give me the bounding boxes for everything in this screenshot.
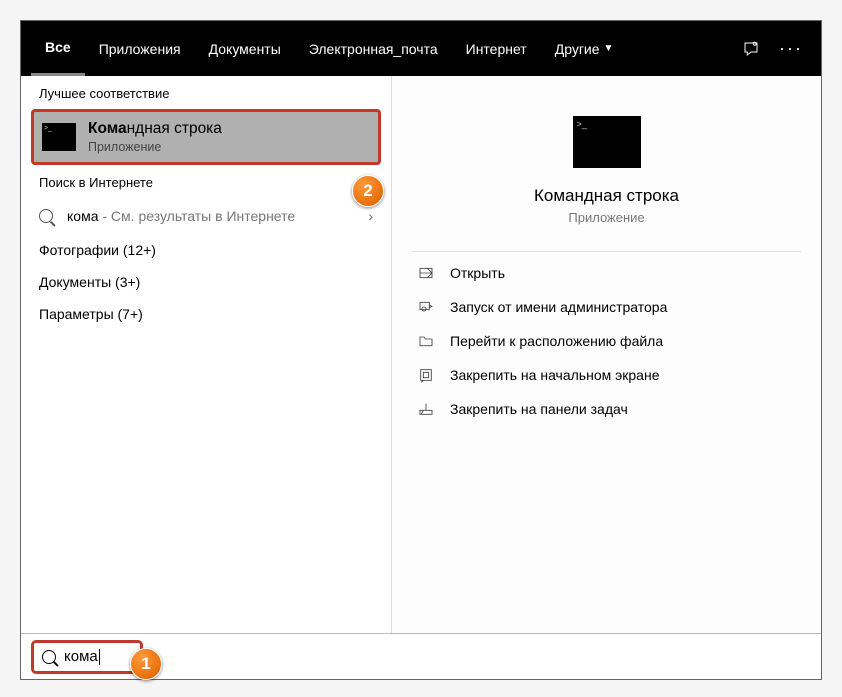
results-pane: Лучшее соответствие Командная строка При… bbox=[21, 76, 391, 633]
best-match-title: Командная строка bbox=[88, 120, 222, 138]
chevron-down-icon: ▼ bbox=[604, 43, 614, 54]
preview-title: Командная строка bbox=[412, 186, 801, 206]
tab-email[interactable]: Электронная_почта bbox=[295, 21, 452, 76]
search-icon bbox=[42, 650, 56, 664]
filter-tabs-bar: Все Приложения Документы Электронная_поч… bbox=[21, 21, 821, 76]
action-open-label: Открыть bbox=[450, 265, 505, 281]
preview-command-prompt-icon bbox=[573, 116, 641, 168]
web-search-text: кома - См. результаты в Интернете bbox=[67, 208, 368, 224]
action-run-admin[interactable]: Запуск от имени администратора bbox=[412, 290, 801, 324]
search-icon bbox=[39, 209, 53, 223]
action-open[interactable]: Открыть bbox=[412, 256, 801, 290]
annotation-callout-1: 1 bbox=[130, 648, 162, 680]
preview-subtitle: Приложение bbox=[412, 210, 801, 225]
pin-taskbar-icon bbox=[418, 401, 434, 417]
shield-icon bbox=[418, 299, 434, 315]
tab-other[interactable]: Другие ▼ bbox=[541, 21, 628, 76]
category-photos[interactable]: Фотографии (12+) bbox=[21, 234, 391, 266]
content-area: Лучшее соответствие Командная строка При… bbox=[21, 76, 821, 633]
action-goto-file[interactable]: Перейти к расположению файла bbox=[412, 324, 801, 358]
ellipsis-icon: ··· bbox=[779, 38, 803, 59]
more-options-button[interactable]: ··· bbox=[771, 21, 811, 76]
folder-icon bbox=[418, 333, 434, 349]
best-match-header: Лучшее соответствие bbox=[21, 76, 391, 109]
preview-pane: Командная строка Приложение Открыть Запу… bbox=[391, 76, 821, 633]
annotation-callout-2: 2 bbox=[352, 175, 384, 207]
tab-documents[interactable]: Документы bbox=[195, 21, 295, 76]
category-parameters[interactable]: Параметры (7+) bbox=[21, 298, 391, 330]
open-icon bbox=[418, 265, 434, 281]
search-input-value: кома bbox=[64, 648, 100, 665]
action-goto-file-label: Перейти к расположению файла bbox=[450, 333, 663, 349]
category-documents[interactable]: Документы (3+) bbox=[21, 266, 391, 298]
best-match-text: Командная строка Приложение bbox=[88, 120, 222, 154]
command-prompt-icon bbox=[42, 123, 76, 151]
tab-all[interactable]: Все bbox=[31, 21, 85, 76]
pin-start-icon bbox=[418, 367, 434, 383]
action-pin-start-label: Закрепить на начальном экране bbox=[450, 367, 660, 383]
tab-internet[interactable]: Интернет bbox=[452, 21, 541, 76]
divider bbox=[412, 251, 801, 252]
action-pin-taskbar[interactable]: Закрепить на панели задач bbox=[412, 392, 801, 426]
tab-apps[interactable]: Приложения bbox=[85, 21, 195, 76]
tab-other-label: Другие bbox=[555, 41, 600, 57]
web-search-result[interactable]: кома - См. результаты в Интернете › bbox=[21, 198, 391, 234]
best-match-subtitle: Приложение bbox=[88, 140, 222, 154]
feedback-icon[interactable] bbox=[731, 21, 771, 76]
best-match-result[interactable]: Командная строка Приложение bbox=[31, 109, 381, 165]
start-search-window: Все Приложения Документы Электронная_поч… bbox=[20, 20, 822, 680]
action-pin-taskbar-label: Закрепить на панели задач bbox=[450, 401, 628, 417]
action-run-admin-label: Запуск от имени администратора bbox=[450, 299, 667, 315]
search-input-box[interactable]: кома bbox=[31, 640, 143, 674]
web-search-header: Поиск в Интернете bbox=[21, 165, 391, 198]
chevron-right-icon: › bbox=[368, 208, 373, 224]
action-pin-start[interactable]: Закрепить на начальном экране bbox=[412, 358, 801, 392]
